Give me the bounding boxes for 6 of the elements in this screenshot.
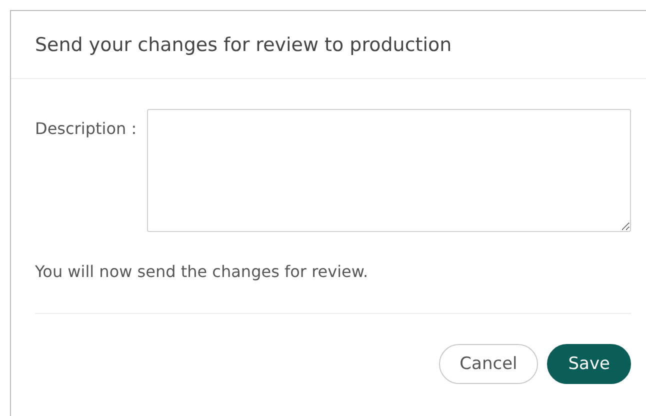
dialog-title: Send your changes for review to production	[35, 33, 453, 58]
description-field[interactable]	[146, 109, 631, 232]
field-label: Description :	[35, 119, 137, 138]
save-button[interactable]: Save	[547, 344, 631, 384]
info-text: You will now send the changes for review.	[35, 262, 370, 281]
cancel-button[interactable]: Cancel	[438, 344, 538, 384]
